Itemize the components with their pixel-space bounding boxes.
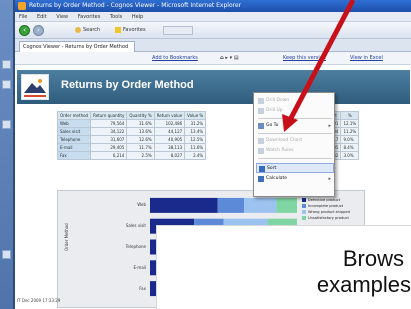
pointer-arrow-icon: [282, 0, 356, 132]
